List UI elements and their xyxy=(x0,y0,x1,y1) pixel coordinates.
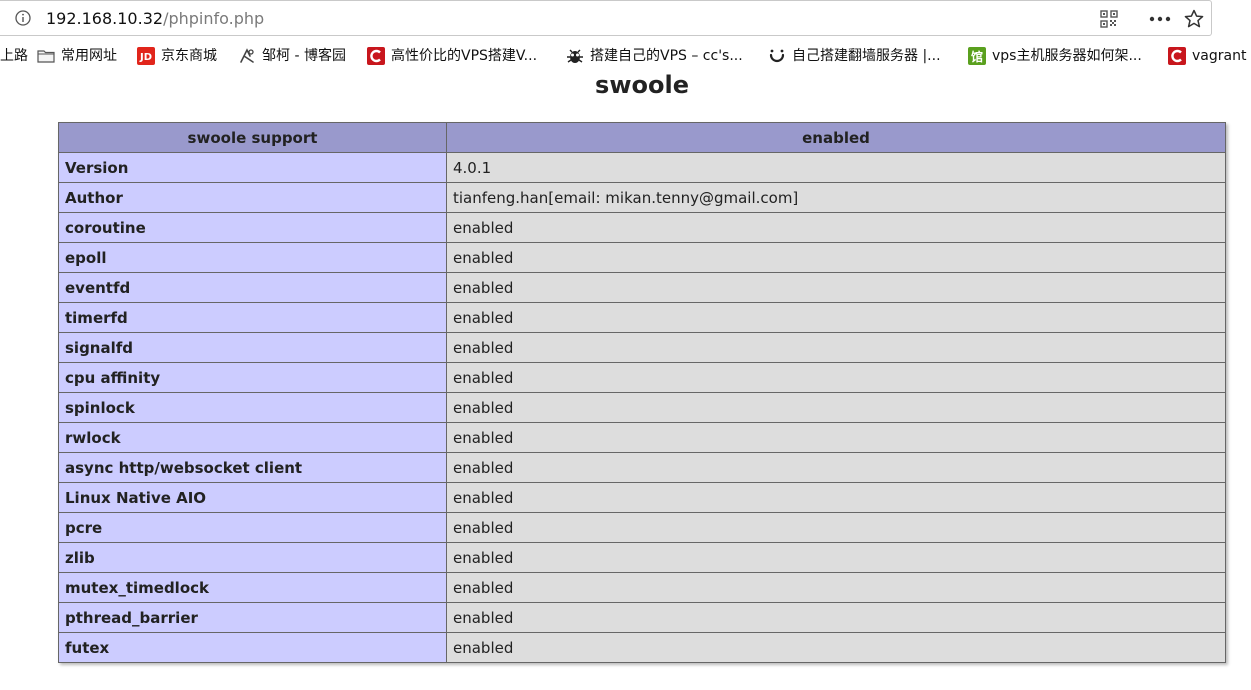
row-value: 4.0.1 xyxy=(446,152,1226,183)
bookmark-label: 常用网址 xyxy=(61,48,117,64)
bookmark-label: 京东商城 xyxy=(161,48,217,64)
green-icon: 馆 xyxy=(968,47,986,65)
smile-icon xyxy=(769,49,785,63)
bookmark-item[interactable]: vagrant xyxy=(1168,46,1246,66)
row-key: Author xyxy=(58,182,447,213)
row-value: enabled xyxy=(446,362,1226,393)
more-options-icon[interactable] xyxy=(1149,11,1171,27)
row-value: enabled xyxy=(446,482,1226,513)
jd-icon: JD xyxy=(137,47,155,65)
table-row: async http/websocket client enabled xyxy=(58,452,1226,483)
table-row: pthread_barrier enabled xyxy=(58,602,1226,633)
url-path: /phpinfo.php xyxy=(163,9,265,28)
bookmark-item[interactable]: 上路 xyxy=(0,46,28,66)
row-key: coroutine xyxy=(58,212,447,243)
row-value: tianfeng.han[email: mikan.tenny@gmail.co… xyxy=(446,182,1226,213)
row-key: mutex_timedlock xyxy=(58,572,447,603)
bookmark-item[interactable]: 搭建自己的VPS – cc's... xyxy=(566,46,743,66)
table-row: rwlock enabled xyxy=(58,422,1226,453)
row-value: enabled xyxy=(446,452,1226,483)
url-text[interactable]: 192.168.10.32/phpinfo.php xyxy=(46,9,264,29)
bookmark-label: 邹柯 - 博客园 xyxy=(262,48,346,64)
info-icon[interactable] xyxy=(15,10,31,26)
table-row: mutex_timedlock enabled xyxy=(58,572,1226,603)
bookmark-item[interactable]: 常用网址 xyxy=(37,46,117,66)
table-row: coroutine enabled xyxy=(58,212,1226,243)
row-key: pthread_barrier xyxy=(58,602,447,633)
bookmark-item[interactable]: JD 京东商城 xyxy=(137,46,217,66)
bookmark-label: vagrant xyxy=(1192,48,1247,64)
table-header-cell: enabled xyxy=(446,122,1226,153)
qr-code-icon[interactable] xyxy=(1100,10,1118,28)
bookmarks-bar: 上路 常用网址 JD 京东商城 邹柯 - 博客园 高性价比的VPS搭建V... xyxy=(0,40,1251,72)
table-body: Version 4.0.1 Author tianfeng.han[email: mi… xyxy=(58,152,1226,663)
row-value: enabled xyxy=(446,572,1226,603)
row-key: Version xyxy=(58,152,447,183)
table-row: timerfd enabled xyxy=(58,302,1226,333)
table-row: Author tianfeng.han[email: mikan.tenny@gm… xyxy=(58,182,1226,213)
cnblogs-icon xyxy=(240,48,254,63)
row-value: enabled xyxy=(446,272,1226,303)
bookmark-item[interactable]: 自己搭建翻墙服务器 |... xyxy=(768,46,941,66)
bug-icon xyxy=(567,49,583,63)
row-key: epoll xyxy=(58,242,447,273)
table-row: futex enabled xyxy=(58,632,1226,663)
bookmark-item[interactable]: 馆 vps主机服务器如何架... xyxy=(968,46,1142,66)
row-key: async http/websocket client xyxy=(58,452,447,483)
table-row: signalfd enabled xyxy=(58,332,1226,363)
table-row: eventfd enabled xyxy=(58,272,1226,303)
row-value: enabled xyxy=(446,632,1226,663)
row-key: zlib xyxy=(58,542,447,573)
row-key: futex xyxy=(58,632,447,663)
table-row: Linux Native AIO enabled xyxy=(58,482,1226,513)
folder-icon xyxy=(37,50,55,63)
row-value: enabled xyxy=(446,542,1226,573)
page-title: swoole xyxy=(595,71,689,99)
row-key: pcre xyxy=(58,512,447,543)
svg-text:JD: JD xyxy=(139,52,152,63)
url-bar[interactable]: 192.168.10.32/phpinfo.php xyxy=(0,0,1212,36)
table-row: spinlock enabled xyxy=(58,392,1226,423)
row-key: timerfd xyxy=(58,302,447,333)
bookmark-label: 搭建自己的VPS – cc's... xyxy=(590,48,743,64)
row-value: enabled xyxy=(446,602,1226,633)
svg-text:馆: 馆 xyxy=(971,49,983,64)
red-c-icon xyxy=(367,47,385,65)
table-header-cell: swoole support xyxy=(58,122,447,153)
row-value: enabled xyxy=(446,422,1226,453)
row-key: Linux Native AIO xyxy=(58,482,447,513)
url-host: 192.168.10.32 xyxy=(46,9,164,28)
swoole-info-table: swoole support enabled Version 4.0.1 Autho… xyxy=(58,122,1226,663)
bookmark-label: 高性价比的VPS搭建V... xyxy=(391,48,538,64)
bookmark-star-icon[interactable] xyxy=(1184,9,1204,29)
bookmark-label: 上路 xyxy=(0,48,28,64)
row-value: enabled xyxy=(446,512,1226,543)
row-value: enabled xyxy=(446,212,1226,243)
row-value: enabled xyxy=(446,332,1226,363)
bookmark-item[interactable]: 高性价比的VPS搭建V... xyxy=(367,46,537,66)
row-key: rwlock xyxy=(58,422,447,453)
row-value: enabled xyxy=(446,302,1226,333)
row-key: signalfd xyxy=(58,332,447,363)
row-key: cpu affinity xyxy=(58,362,447,393)
bookmark-label: 自己搭建翻墙服务器 |... xyxy=(792,48,941,64)
row-value: enabled xyxy=(446,242,1226,273)
row-key: eventfd xyxy=(58,272,447,303)
table-header-row: swoole support enabled xyxy=(58,122,1226,153)
table-row: zlib enabled xyxy=(58,542,1226,573)
table-row: pcre enabled xyxy=(58,512,1226,543)
bookmark-item[interactable]: 邹柯 - 博客园 xyxy=(238,46,346,66)
bookmark-label: vps主机服务器如何架... xyxy=(992,48,1142,64)
table-row: epoll enabled xyxy=(58,242,1226,273)
table-row: Version 4.0.1 xyxy=(58,152,1226,183)
row-value: enabled xyxy=(446,392,1226,423)
red-c-icon xyxy=(1168,47,1186,65)
row-key: spinlock xyxy=(58,392,447,423)
table-row: cpu affinity enabled xyxy=(58,362,1226,393)
